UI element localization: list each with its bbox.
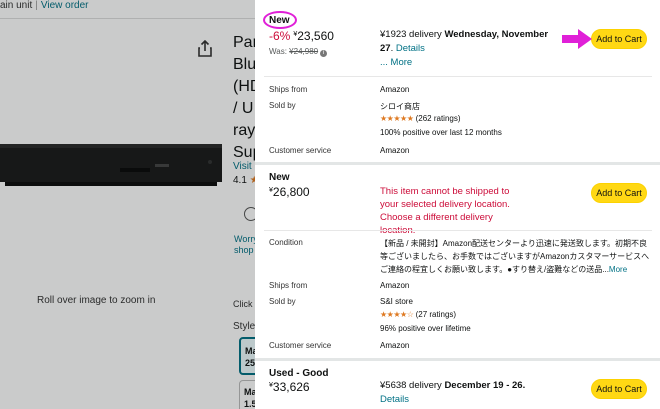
more-link[interactable]: ... More xyxy=(380,57,412,68)
was-price-value: ¥24,980 xyxy=(289,47,319,56)
details-link[interactable]: Details xyxy=(380,394,409,405)
seller-positive: 96% positive over lifetime xyxy=(380,324,471,333)
offer-condition: Used - Good xyxy=(269,368,329,379)
ships-from-value: Amazon xyxy=(380,281,410,290)
offer-divider xyxy=(255,162,660,165)
sold-by-label: Sold by xyxy=(269,297,296,306)
delivery-fee: ¥5638 delivery xyxy=(380,380,442,391)
seller-link[interactable]: シロイ商店 xyxy=(380,101,420,112)
delivery-info: ¥5638 delivery December 19 - 26. Details xyxy=(380,379,550,407)
offer-price: ¥33,626 xyxy=(269,380,310,394)
details-link[interactable]: Details xyxy=(396,43,425,54)
customer-service-value: Amazon xyxy=(380,146,410,155)
divider xyxy=(264,76,652,77)
delivery-fee: ¥1923 delivery xyxy=(380,29,442,40)
annotation-circle xyxy=(263,11,297,29)
star-rating-icon: ★★★★☆ xyxy=(380,310,414,319)
customer-service-value: Amazon xyxy=(380,341,410,350)
ships-from-label: Ships from xyxy=(269,85,308,94)
ratings-count: (27 ratings) xyxy=(415,310,457,319)
annotation-arrow-icon xyxy=(562,29,592,49)
seller-link[interactable]: S&I store xyxy=(380,297,413,306)
seller-positive: 100% positive over last 12 months xyxy=(380,128,502,137)
divider xyxy=(264,230,652,231)
offer-divider xyxy=(255,358,660,361)
add-to-cart-button[interactable]: Add to Cart xyxy=(591,183,647,203)
price-value: 23,560 xyxy=(297,29,334,43)
add-to-cart-button[interactable]: Add to Cart xyxy=(591,379,647,399)
seller-rating[interactable]: ★★★★☆ (27 ratings) xyxy=(380,310,456,319)
more-link[interactable]: More xyxy=(609,265,627,274)
customer-service-label: Customer service xyxy=(269,146,332,155)
add-to-cart-button[interactable]: Add to Cart xyxy=(591,29,647,49)
condition-description: 【新品 / 未開封】Amazon配送センターより迅速に発送致します。初期不良等ご… xyxy=(380,237,650,276)
delivery-date: December 19 - 26. xyxy=(444,380,526,391)
sold-by-label: Sold by xyxy=(269,101,296,110)
offer-price: ¥26,800 xyxy=(269,185,310,199)
price-value: 26,800 xyxy=(272,185,310,199)
ratings-count: (262 ratings) xyxy=(415,114,461,123)
price-value: 33,626 xyxy=(272,380,310,394)
delivery-info: ¥1923 delivery Wednesday, November 27. D… xyxy=(380,29,549,68)
info-icon[interactable]: i xyxy=(320,50,328,57)
offer-price: -6% ¥23,560 xyxy=(269,29,334,43)
offer-condition: New xyxy=(269,172,290,183)
was-price: Was: ¥24,980 i xyxy=(269,47,328,57)
star-rating-icon: ★★★★★ xyxy=(380,114,414,123)
ships-from-value: Amazon xyxy=(380,85,410,94)
customer-service-label: Customer service xyxy=(269,341,332,350)
seller-rating[interactable]: ★★★★★ (262 ratings) xyxy=(380,114,461,123)
was-label: Was: xyxy=(269,47,287,56)
discount-percent: -6% xyxy=(269,29,291,43)
ships-from-label: Ships from xyxy=(269,281,308,290)
condition-label: Condition xyxy=(269,238,303,247)
other-sellers-panel: New -6% ¥23,560 Was: ¥24,980 i ¥1923 deliv… xyxy=(255,0,660,409)
